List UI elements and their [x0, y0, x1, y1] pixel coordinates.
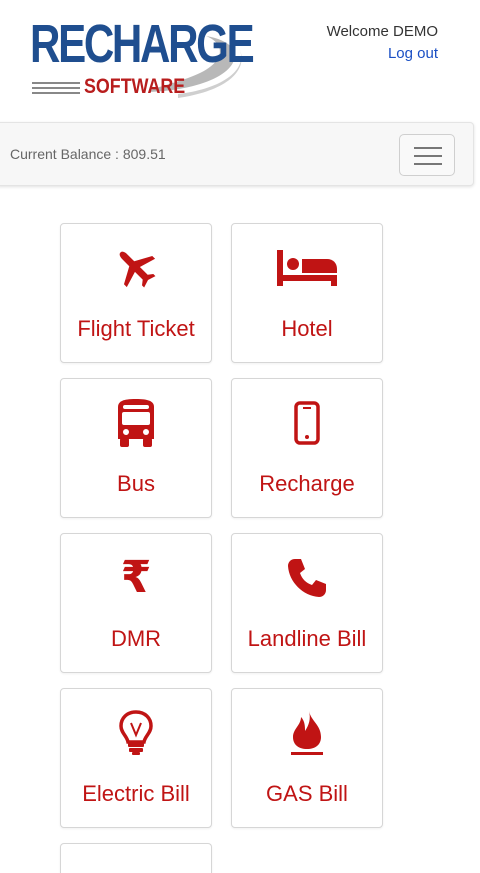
service-label: Landline Bill: [247, 626, 367, 651]
service-tile-dmr[interactable]: ₹ DMR: [60, 533, 212, 673]
logo-sub-text: SOFTWARE: [84, 75, 186, 98]
welcome-text: Welcome DEMO: [326, 23, 438, 40]
hamburger-menu-button[interactable]: [399, 134, 455, 176]
recharge-software-logo[interactable]: RECHARGE SOFTWARE: [28, 14, 255, 106]
hamburger-icon-bar: [414, 163, 442, 165]
rupee-icon: ₹: [61, 554, 211, 602]
current-balance: Current Balance : 809.51: [10, 146, 166, 162]
service-tile-hotel[interactable]: Hotel: [231, 223, 383, 363]
phone-icon: [232, 554, 382, 602]
bed-icon: [232, 244, 382, 292]
service-tile-electric-bill[interactable]: Electric Bill: [60, 688, 212, 828]
logout-link[interactable]: Log out: [327, 43, 438, 65]
user-welcome: Welcome DEMO Log out: [327, 21, 438, 65]
service-label: DMR: [110, 626, 162, 651]
service-label: Electric Bill: [82, 781, 190, 806]
plane-icon: [61, 244, 211, 292]
service-label: Recharge: [259, 471, 355, 496]
service-tile-gas-bill[interactable]: GAS Bill: [231, 688, 383, 828]
service-label: Flight Ticket: [77, 316, 195, 341]
service-label: GAS Bill: [266, 781, 348, 806]
app-header: RECHARGE SOFTWARE Welcome DEMO Log out: [0, 0, 480, 120]
rupee-glyph: ₹: [120, 552, 152, 603]
service-tile-partial[interactable]: [60, 843, 212, 873]
service-tile-recharge[interactable]: Recharge: [231, 378, 383, 518]
mobile-phone-icon: [232, 399, 382, 447]
service-label: Hotel: [281, 316, 333, 341]
service-tile-flight-ticket[interactable]: Flight Ticket: [60, 223, 212, 363]
bus-icon: [61, 399, 211, 447]
logo-main-text: RECHARGE: [30, 14, 255, 74]
balance-navbar: Current Balance : 809.51: [0, 122, 474, 186]
hamburger-icon: [414, 147, 442, 149]
hamburger-icon-bar: [414, 155, 442, 157]
lightbulb-icon: [61, 709, 211, 757]
service-tile-bus[interactable]: Bus: [60, 378, 212, 518]
service-tile-landline-bill[interactable]: Landline Bill: [231, 533, 383, 673]
gas-flame-icon: [232, 709, 382, 757]
service-label: Bus: [117, 471, 155, 496]
